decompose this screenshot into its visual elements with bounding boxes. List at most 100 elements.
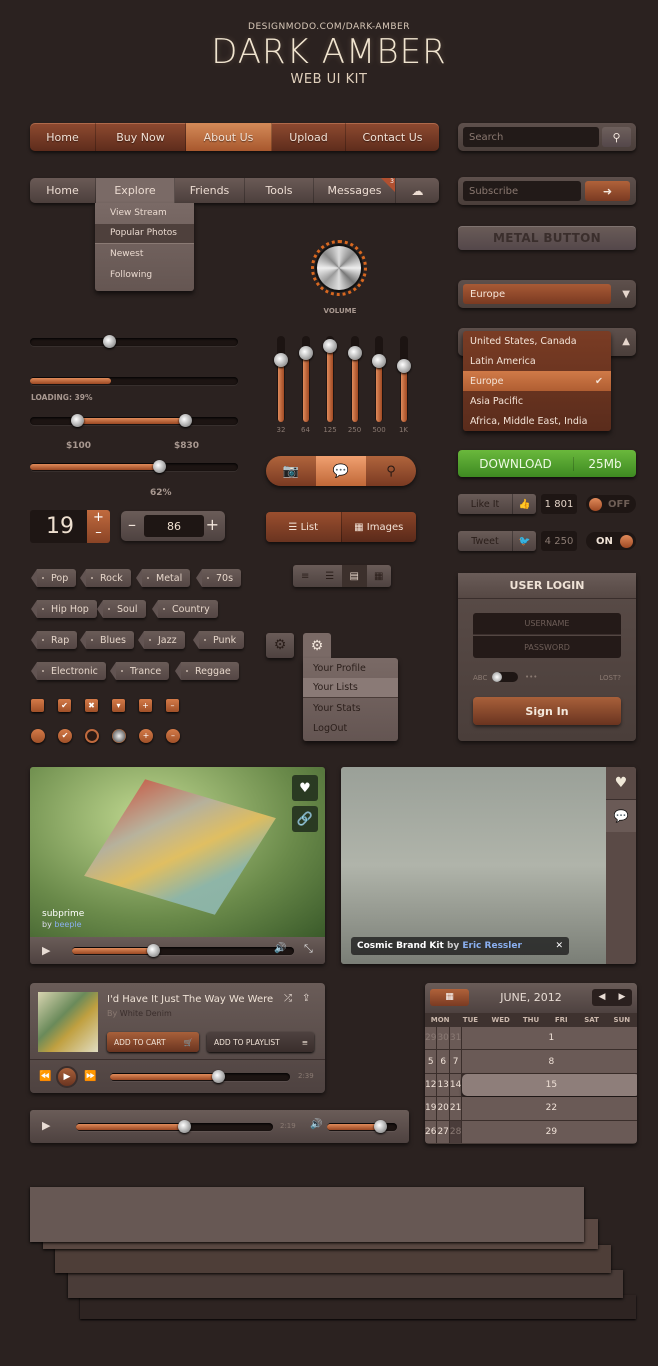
gear-button[interactable]: ⚙ — [266, 633, 294, 658]
checkbox-minus[interactable]: – — [166, 699, 179, 712]
calendar-day[interactable]: 22 — [462, 1097, 637, 1120]
calendar-day[interactable]: 31 — [449, 1027, 462, 1050]
calendar-day[interactable]: 30 — [437, 1027, 449, 1050]
calendar-day[interactable]: 19 — [425, 1097, 437, 1120]
region-option[interactable]: United States, Canada — [463, 331, 611, 351]
eq-band-64[interactable] — [298, 336, 313, 422]
range-slider[interactable] — [30, 414, 238, 427]
tag[interactable]: Soul — [97, 600, 146, 618]
range-thumb-max[interactable] — [179, 414, 192, 427]
dropdown-item[interactable]: View Stream — [95, 203, 194, 224]
detail-list-icon[interactable]: ▤ — [342, 565, 367, 587]
nav-buy-now[interactable]: Buy Now — [96, 123, 186, 151]
password-field[interactable]: PASSWORD — [473, 636, 621, 658]
heart-icon[interactable]: ♥ — [292, 775, 318, 801]
menu-item[interactable]: LogOut — [303, 718, 398, 738]
grid-icon[interactable]: ▦ — [367, 565, 392, 587]
tag[interactable]: Blues — [80, 631, 134, 649]
nav-contact-us[interactable]: Contact Us — [346, 123, 439, 151]
heart-icon[interactable]: ♥ — [606, 767, 636, 800]
video-author-link[interactable]: beeple — [54, 920, 81, 929]
slider-thumb[interactable] — [152, 460, 166, 473]
rewind-icon[interactable]: ⏪ — [39, 1071, 51, 1082]
eq-thumb[interactable] — [372, 354, 386, 368]
calendar-day[interactable]: 8 — [462, 1050, 637, 1073]
chat-icon[interactable]: 💬 — [606, 800, 636, 832]
calendar-day[interactable]: 21 — [449, 1097, 462, 1120]
eq-band-125[interactable] — [323, 336, 337, 422]
subscribe-input[interactable]: Subscribe — [463, 181, 581, 201]
dropdown-item[interactable]: Newest — [95, 244, 194, 265]
region-option-selected[interactable]: Europe ✔ — [463, 371, 611, 391]
search-input[interactable]: Search — [463, 127, 599, 147]
add-to-cart-button[interactable]: ADD TO CART 🛒 — [107, 1032, 199, 1052]
photo-author-link[interactable]: Eric Ressler — [462, 941, 522, 951]
calendar-day[interactable]: 29 — [425, 1027, 437, 1050]
number-stepper[interactable]: 19 + – — [30, 510, 110, 543]
tweet-button[interactable]: Tweet 🐦 — [458, 531, 536, 551]
nav-upload[interactable]: Upload — [272, 123, 346, 151]
percent-slider[interactable] — [30, 460, 238, 473]
eq-band-1K[interactable] — [396, 336, 411, 422]
menu-item[interactable]: Your Lists — [303, 678, 398, 698]
menu-item[interactable]: Your Stats — [303, 698, 398, 718]
quantity-stepper[interactable]: – 86 + — [121, 511, 225, 541]
lost-password-link[interactable]: LOST? — [599, 674, 621, 682]
radio-empty[interactable] — [31, 729, 45, 743]
shuffle-icon[interactable]: ⤮ — [284, 993, 292, 1004]
dropdown-item[interactable]: Popular Photos — [95, 223, 194, 244]
metal-button[interactable]: METAL BUTTON — [458, 226, 636, 250]
menu-item[interactable]: Your Profile — [303, 658, 398, 678]
eq-thumb[interactable] — [323, 339, 337, 353]
eq-band-500[interactable] — [372, 336, 386, 422]
tag[interactable]: Punk — [192, 631, 245, 649]
play-icon[interactable]: ▶ — [42, 1119, 50, 1132]
slider-thumb[interactable] — [103, 335, 117, 348]
tag[interactable]: Trance — [109, 662, 170, 680]
calendar-day[interactable]: 29 — [462, 1120, 637, 1143]
plus-icon[interactable]: + — [206, 515, 219, 534]
tag[interactable]: Country — [152, 600, 218, 618]
volume-thumb[interactable] — [373, 1120, 387, 1133]
images-view-button[interactable]: ▦ Images — [340, 512, 416, 542]
username-field[interactable]: USERNAME — [473, 613, 621, 635]
tag[interactable]: Metal — [135, 569, 191, 587]
radio-metal[interactable] — [112, 729, 126, 743]
close-icon[interactable]: ✕ — [555, 941, 563, 951]
toggle-on[interactable]: ON — [586, 532, 636, 550]
search-icon[interactable]: ⚲ — [366, 456, 416, 486]
cloud-upload-icon[interactable]: ☁ — [396, 178, 439, 203]
nav2-tools[interactable]: Tools — [245, 178, 314, 203]
forward-icon[interactable]: ⏩ — [84, 1071, 96, 1082]
lines-icon[interactable]: ≡ — [293, 565, 318, 587]
checkbox-dropdown[interactable]: ▾ — [112, 699, 125, 712]
tag[interactable]: Reggae — [175, 662, 239, 680]
eq-thumb[interactable] — [274, 353, 288, 367]
radio-minus[interactable]: – — [166, 729, 180, 743]
calendar-day[interactable]: 28 — [449, 1120, 462, 1143]
next-month-icon[interactable]: ▶ — [612, 989, 632, 1006]
camera-icon[interactable]: 📷 — [266, 456, 316, 486]
range-thumb-min[interactable] — [71, 414, 84, 427]
eq-thumb[interactable] — [396, 359, 411, 373]
tag[interactable]: Jazz — [138, 631, 185, 649]
dropdown-item[interactable]: Following — [95, 265, 194, 286]
radio-checked[interactable]: ✔ — [58, 729, 72, 743]
search-button[interactable]: ⚲ — [602, 127, 631, 147]
video-seek-thumb[interactable] — [147, 944, 160, 957]
eq-thumb[interactable] — [298, 346, 313, 360]
audio-seek-thumb[interactable] — [178, 1120, 192, 1133]
like-button[interactable]: Like It 👍 — [458, 494, 536, 514]
eq-band-250[interactable] — [347, 336, 362, 422]
link-icon[interactable]: 🔗 — [292, 806, 318, 832]
tag[interactable]: 70s — [195, 569, 242, 587]
calendar-day[interactable]: 27 — [437, 1120, 449, 1143]
eq-band-32[interactable] — [274, 336, 288, 422]
share-icon[interactable]: ⇪ — [302, 993, 310, 1004]
track-seek-thumb[interactable] — [212, 1070, 225, 1083]
download-button[interactable]: DOWNLOAD 25Mb — [458, 450, 636, 477]
calendar-day[interactable]: 5 — [425, 1050, 437, 1073]
password-visibility-toggle[interactable] — [492, 672, 518, 682]
tag[interactable]: Rap — [30, 631, 78, 649]
nav-home[interactable]: Home — [30, 123, 96, 151]
